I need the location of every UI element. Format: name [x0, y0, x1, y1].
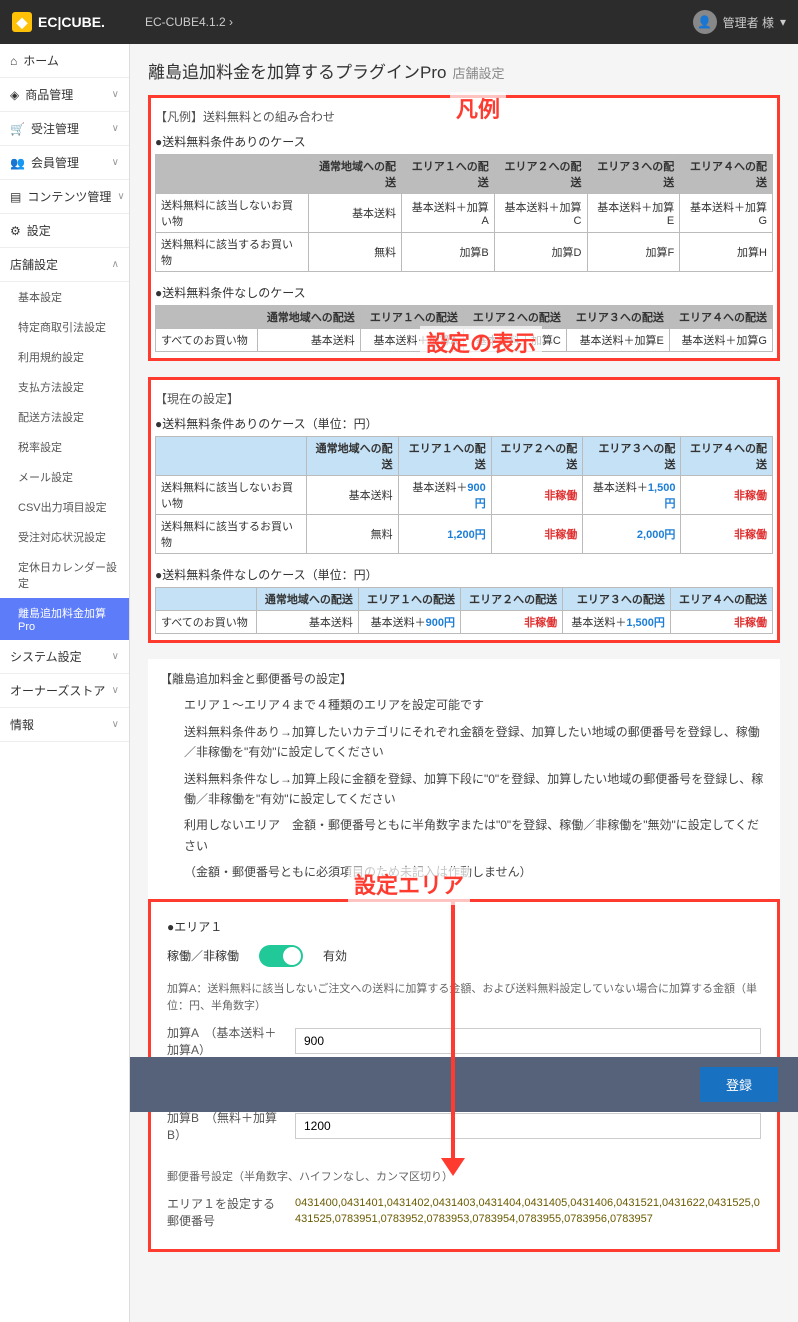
description-block: 【離島追加料金と郵便番号の設定】 エリア１〜エリア４まで４種類のエリアを設定可能…: [148, 659, 780, 899]
legend-case2-title: ●送料無料条件なしのケース: [155, 284, 773, 301]
postal-head: 郵便番号設定（半角数字、ハイフンなし、カンマ区切り）: [167, 1169, 761, 1187]
current-table1: 通常地域への配送エリア１への配送エリア２への配送エリア３への配送エリア４への配送…: [155, 436, 773, 554]
sidebar-sub-CSV出力項目設定[interactable]: CSV出力項目設定: [0, 492, 129, 522]
area1-title: ●エリア１: [167, 918, 761, 935]
sidebar-sub-配送方法設定[interactable]: 配送方法設定: [0, 402, 129, 432]
home-icon: ⌂: [10, 54, 17, 68]
sidebar-item-会員管理[interactable]: 👥会員管理∨: [0, 146, 129, 180]
sidebar-item-商品管理[interactable]: ◈商品管理∨: [0, 78, 129, 112]
legend-head: 【凡例】送料無料との組み合わせ: [155, 108, 773, 125]
footer-bar: 登録: [130, 1057, 798, 1112]
sidebar-sub-利用規約設定[interactable]: 利用規約設定: [0, 342, 129, 372]
user-icon: 👤: [693, 10, 717, 34]
sidebar: ⌂ホーム◈商品管理∨🛒受注管理∨👥会員管理∨▤コンテンツ管理∨⚙設定 店舗設定∧…: [0, 44, 130, 1322]
sidebar-item-設定[interactable]: ⚙設定: [0, 214, 129, 248]
version-label[interactable]: EC-CUBE4.1.2 ›: [145, 15, 233, 29]
kasanB-input[interactable]: [295, 1113, 761, 1139]
kasanA-label: 加算A （基本送料＋加算A）: [167, 1024, 277, 1058]
sidebar-item-オーナーズストア[interactable]: オーナーズストア∨: [0, 674, 129, 708]
sidebar-sub-基本設定[interactable]: 基本設定: [0, 282, 129, 312]
user-menu[interactable]: 👤 管理者 様 ▾: [693, 10, 786, 34]
brand-logo: ◆ EC|CUBE.: [12, 12, 105, 32]
sidebar-item-ホーム[interactable]: ⌂ホーム: [0, 44, 129, 78]
sidebar-item-コンテンツ管理[interactable]: ▤コンテンツ管理∨: [0, 180, 129, 214]
sidebar-group-shop[interactable]: 店舗設定∧: [0, 248, 129, 282]
logo-icon: ◆: [12, 12, 32, 32]
postal-value: 0431400,0431401,0431402,0431403,0431404,…: [295, 1195, 761, 1228]
sidebar-sub-支払方法設定[interactable]: 支払方法設定: [0, 372, 129, 402]
kasanA-help: 加算A：送料無料に該当しないご注文への送料に加算する金額、および送料無料設定して…: [167, 981, 761, 1016]
active-toggle[interactable]: [259, 945, 303, 967]
legend-box: 【凡例】送料無料との組み合わせ ●送料無料条件ありのケース 通常地域への配送エリ…: [148, 95, 780, 361]
sidebar-sub-特定商取引法設定[interactable]: 特定商取引法設定: [0, 312, 129, 342]
current-head: 【現在の設定】: [155, 390, 773, 407]
sidebar-sub-メール設定[interactable]: メール設定: [0, 462, 129, 492]
submit-button[interactable]: 登録: [700, 1067, 778, 1102]
current-table2: 通常地域への配送エリア１への配送エリア２への配送エリア３への配送エリア４への配送…: [155, 587, 773, 634]
current-case2-title: ●送料無料条件なしのケース（単位：円）: [155, 566, 773, 583]
legend-table2: 通常地域への配送エリア１への配送エリア２への配送エリア３への配送エリア４への配送…: [155, 305, 773, 352]
brand-text: EC|CUBE.: [38, 14, 105, 30]
sidebar-item-情報[interactable]: 情報∨: [0, 708, 129, 742]
gear-icon: ⚙: [10, 224, 21, 238]
toggle-label: 稼働／非稼働: [167, 947, 239, 964]
postal-label: エリア１を設定する郵便番号: [167, 1195, 277, 1229]
legend-table1: 通常地域への配送エリア１への配送エリア２への配送エリア３への配送エリア４への配送…: [155, 154, 773, 272]
cube-icon: ◈: [10, 88, 19, 102]
file-icon: ▤: [10, 190, 21, 204]
legend-case1-title: ●送料無料条件ありのケース: [155, 133, 773, 150]
current-box: 【現在の設定】 ●送料無料条件ありのケース（単位：円） 通常地域への配送エリア１…: [148, 377, 780, 643]
sidebar-item-active[interactable]: 離島追加料金加算Pro: [0, 598, 129, 640]
sidebar-sub-税率設定[interactable]: 税率設定: [0, 432, 129, 462]
sidebar-sub-受注対応状況設定[interactable]: 受注対応状況設定: [0, 522, 129, 552]
sidebar-item-受注管理[interactable]: 🛒受注管理∨: [0, 112, 129, 146]
sidebar-item-システム設定[interactable]: システム設定∨: [0, 640, 129, 674]
kasanB-label: 加算B （無料＋加算B）: [167, 1109, 277, 1143]
sidebar-sub-定休日カレンダー設定[interactable]: 定休日カレンダー設定: [0, 552, 129, 598]
current-case1-title: ●送料無料条件ありのケース（単位：円）: [155, 415, 773, 432]
users-icon: 👥: [10, 156, 25, 170]
kasanA-input[interactable]: [295, 1028, 761, 1054]
cart-icon: 🛒: [10, 122, 25, 136]
page-title: 離島追加料金を加算するプラグインPro店舗設定: [148, 58, 780, 83]
toggle-value: 有効: [323, 947, 347, 964]
